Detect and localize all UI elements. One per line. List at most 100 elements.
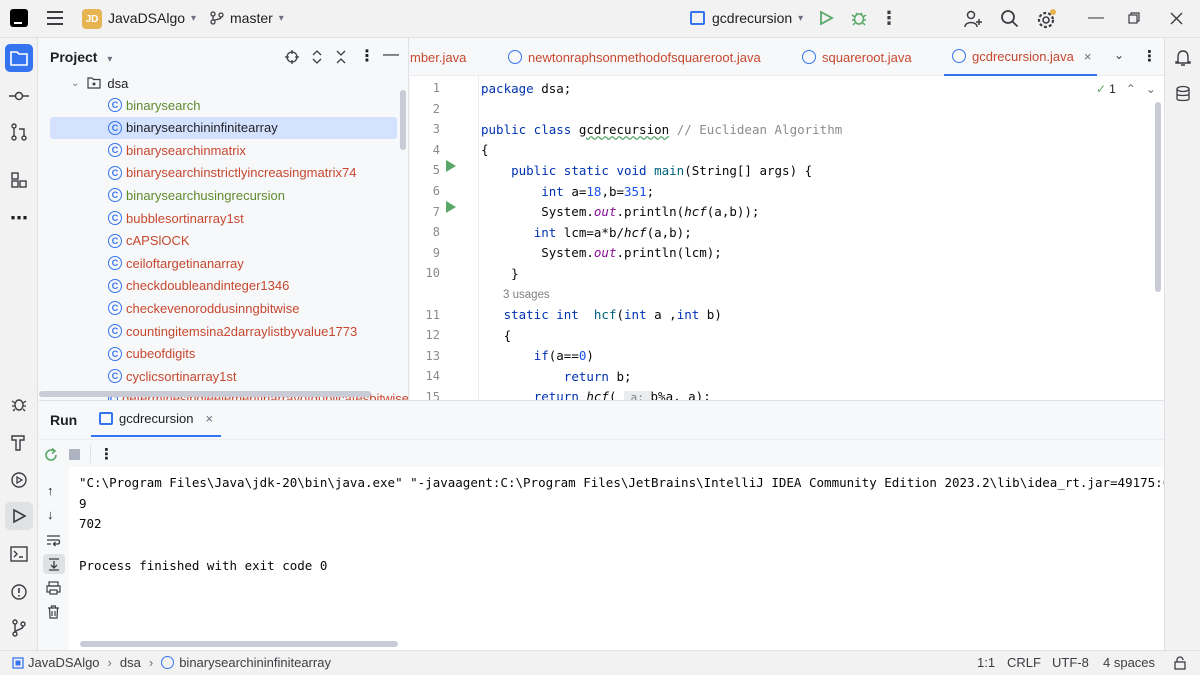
problems-tool-button[interactable] (5, 578, 33, 606)
more-actions-icon[interactable]: ⋮ (880, 8, 898, 28)
tab-newtonraphson[interactable]: newtonraphsonmethodofsquareroot.java (508, 38, 761, 76)
close-tab-icon[interactable]: × (1084, 49, 1092, 64)
database-tool-button[interactable] (1169, 80, 1197, 108)
tabs-dropdown-icon[interactable]: ⌄ (1114, 48, 1124, 62)
commit-tool-button[interactable] (5, 82, 33, 110)
breadcrumb-package[interactable]: dsa (120, 655, 141, 670)
run-tool-window: Run gcdrecursion × ⋮ ↑ ↓ "C:\Program Fil… (39, 400, 1164, 651)
tree-item[interactable]: Ccountingitemsina2darraylistbyvalue1773 (39, 320, 408, 342)
rerun-icon[interactable] (44, 448, 58, 462)
console-h-scrollbar[interactable] (80, 641, 398, 647)
tree-folder-dsa[interactable]: ⌄ dsa (39, 72, 408, 94)
restore-window-icon[interactable] (1128, 12, 1140, 24)
inspections-widget[interactable]: ✓ 1 ⌃ ⌄ (1096, 82, 1156, 96)
run-class-gutter-icon[interactable] (446, 160, 456, 172)
run-icon[interactable] (818, 10, 834, 26)
tree-item[interactable]: Ccheckevenoroddusinngbitwise (39, 297, 408, 319)
notifications-tool-button[interactable] (1169, 44, 1197, 72)
tree-item[interactable]: CcAPSlOCK (39, 230, 408, 252)
close-window-icon[interactable] (1170, 12, 1183, 25)
line-ending[interactable]: CRLF (1007, 655, 1041, 670)
tree-item-label: binarysearchinmatrix (126, 142, 246, 158)
up-stack-icon[interactable]: ↑ (47, 483, 54, 498)
project-badge: JD (82, 9, 102, 29)
more-tools-icon[interactable]: ⋯ (5, 204, 33, 232)
module-icon (12, 656, 24, 669)
search-icon[interactable] (1000, 9, 1019, 28)
tab-gcdrecursion[interactable]: gcdrecursion.java × (944, 38, 1098, 76)
breadcrumb-project[interactable]: JavaDSAlgo (28, 655, 100, 670)
project-scrollbar[interactable] (400, 90, 406, 150)
console-line: Process finished with exit code 0 (79, 558, 328, 573)
down-stack-icon[interactable]: ↓ (47, 507, 54, 522)
build-tool-button[interactable] (5, 428, 33, 456)
tab-squareroot[interactable]: squareroot.java (802, 38, 912, 76)
debug-icon[interactable] (850, 9, 868, 27)
add-user-icon[interactable] (963, 9, 983, 29)
run-tool-button[interactable] (5, 502, 33, 530)
caret-position[interactable]: 1:1 (977, 655, 995, 670)
tree-item[interactable]: Cbinarysearchinstrictlyincreasingmatrix7… (39, 162, 408, 184)
locate-file-icon[interactable] (285, 50, 299, 64)
scroll-to-end-button[interactable] (43, 554, 65, 574)
tree-item[interactable]: Ccheckdoubleandinteger1346 (39, 275, 408, 297)
tree-item[interactable]: Cceiloftargetinanarray (39, 252, 408, 274)
run-config-selector[interactable]: gcdrecursion ▾ (712, 10, 803, 26)
services-tool-button[interactable] (5, 466, 33, 494)
inspection-count: 1 (1109, 82, 1116, 96)
code-line: return hcf( a: b%a, a); (481, 389, 711, 400)
project-panel-header[interactable]: Project ▾ (50, 49, 112, 65)
code-editor: mber.java newtonraphsonmethodofsquareroo… (410, 38, 1164, 400)
close-tab-icon[interactable]: × (205, 411, 213, 426)
stop-icon[interactable] (69, 449, 80, 460)
trash-icon[interactable] (47, 605, 60, 619)
line-number: 14 (425, 369, 440, 383)
project-tool-button[interactable] (5, 44, 33, 72)
line-number: 15 (425, 390, 440, 400)
minimize-icon[interactable]: — (1088, 8, 1104, 28)
tree-item[interactable]: Ccyclicsortinarray1st (39, 365, 408, 387)
soft-wrap-icon[interactable] (46, 534, 61, 547)
git-tool-button[interactable] (5, 614, 33, 642)
main-menu-icon[interactable] (46, 9, 64, 27)
project-selector[interactable]: JavaDSAlgo ▾ (108, 10, 196, 26)
usages-hint[interactable]: 3 usages (503, 289, 550, 301)
code-line: } (481, 266, 519, 281)
branch-selector[interactable]: master ▾ (230, 10, 284, 26)
chevron-down-icon: ▾ (191, 12, 197, 24)
editor-options-icon[interactable]: ⋮ (1142, 47, 1157, 65)
next-highlight-icon[interactable]: ⌄ (1146, 82, 1156, 96)
breadcrumb-class[interactable]: binarysearchininfinitearray (179, 655, 331, 670)
line-number: 1 (432, 81, 440, 95)
debug-tool-button[interactable] (5, 390, 33, 418)
tree-item[interactable]: Cbinarysearch (39, 94, 408, 116)
expand-all-icon[interactable] (311, 50, 323, 64)
line-number: 2 (432, 102, 440, 116)
file-encoding[interactable]: UTF-8 (1052, 655, 1089, 670)
hide-panel-icon[interactable]: — (383, 46, 399, 64)
readonly-lock-icon[interactable] (1173, 656, 1187, 670)
structure-tool-button[interactable] (5, 166, 33, 194)
project-h-scrollbar[interactable] (39, 391, 371, 397)
run-options-icon[interactable]: ⋮ (99, 445, 114, 463)
tree-item[interactable]: Cbinarysearchinmatrix (39, 139, 408, 161)
tree-item[interactable]: Cbinarysearchininfinitearray (50, 116, 397, 139)
pull-requests-tool-button[interactable] (5, 118, 33, 146)
tab-label: gcdrecursion.java (972, 48, 1074, 64)
run-main-gutter-icon[interactable] (446, 201, 456, 213)
run-icon (13, 508, 27, 524)
tree-item[interactable]: Ccubeofdigits (39, 343, 408, 365)
settings-gear-icon[interactable] (1036, 8, 1058, 30)
terminal-tool-button[interactable] (5, 540, 33, 568)
run-tab-gcdrecursion[interactable]: gcdrecursion × (91, 401, 222, 437)
tree-item[interactable]: Cbinarysearchusingrecursion (39, 184, 408, 206)
print-icon[interactable] (46, 581, 61, 595)
console-output[interactable]: "C:\Program Files\Java\jdk-20\bin\java.e… (69, 467, 1164, 651)
tab-number-java[interactable]: mber.java (410, 38, 466, 76)
tree-item[interactable]: Cbubblesortinarray1st (39, 207, 408, 229)
collapse-all-icon[interactable] (335, 50, 347, 64)
editor-scrollbar[interactable] (1155, 102, 1161, 292)
indent-setting[interactable]: 4 spaces (1103, 655, 1155, 670)
project-options-icon[interactable]: ⋮ (359, 46, 375, 66)
previous-highlight-icon[interactable]: ⌃ (1126, 82, 1136, 96)
